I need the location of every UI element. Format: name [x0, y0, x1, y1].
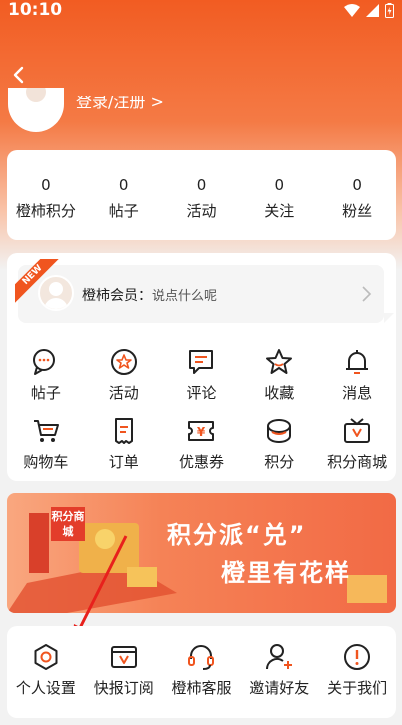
- stat-following[interactable]: 0 关注: [240, 150, 318, 240]
- grid-item-label: 积分商城: [327, 453, 388, 471]
- grid-item-label: 积分: [264, 453, 295, 471]
- features-card: NEW 橙柿会员：说点什么呢 帖子 活动 评论 收藏 消息 购物车 订单 ¥ 优…: [7, 253, 396, 481]
- grid-item-label: 邀请好友: [249, 679, 310, 697]
- stat-value: 0: [274, 176, 285, 194]
- grid-item-label: 帖子: [30, 384, 61, 402]
- stat-fans[interactable]: 0 粉丝: [318, 150, 396, 240]
- grid-item-about[interactable]: 关于我们: [318, 642, 396, 698]
- stat-activities[interactable]: 0 活动: [163, 150, 241, 240]
- settings-icon: [31, 642, 61, 672]
- grid-item-label: 优惠券: [178, 453, 224, 471]
- stat-value: 0: [41, 176, 51, 194]
- grid-item-points[interactable]: 积分: [240, 416, 318, 472]
- stat-points[interactable]: 0 橙柿积分: [7, 150, 85, 240]
- services-grid: 个人设置 快报订阅 橙柿客服 邀请好友 关于我们: [7, 642, 396, 698]
- banner-sign: 积分商城: [51, 507, 85, 541]
- cart-icon: [31, 416, 61, 446]
- svg-text:¥: ¥: [197, 425, 206, 439]
- grid-item-comments[interactable]: 评论: [163, 347, 241, 403]
- vip-member-row[interactable]: NEW 橙柿会员：说点什么呢: [15, 259, 394, 323]
- grid-item-label: 购物车: [23, 453, 69, 471]
- grid-item-orders[interactable]: 订单: [85, 416, 163, 472]
- stat-posts[interactable]: 0 帖子: [85, 150, 163, 240]
- grid-item-label: 橙柿客服: [171, 679, 232, 697]
- stat-value: 0: [196, 176, 207, 194]
- login-register-link[interactable]: 登录/注册 >: [76, 96, 164, 110]
- grid-item-label: 关于我们: [327, 679, 388, 697]
- signal-icon: [366, 4, 379, 17]
- banner-subheadline: 橙里有花样: [221, 559, 351, 587]
- feature-grid-row2: 购物车 订单 ¥ 优惠券 积分 积分商城: [7, 416, 396, 472]
- star-circle-icon: [109, 347, 139, 377]
- grid-item-customer-service[interactable]: 橙柿客服: [163, 642, 241, 698]
- bell-icon: [342, 347, 372, 377]
- stat-label: 活动: [186, 202, 217, 220]
- grid-item-subscribe[interactable]: 快报订阅: [85, 642, 163, 698]
- order-icon: [109, 416, 139, 446]
- grid-item-label: 收藏: [264, 384, 295, 402]
- services-card: 个人设置 快报订阅 橙柿客服 邀请好友 关于我们: [7, 626, 396, 718]
- grid-item-points-mall[interactable]: 积分商城: [318, 416, 396, 472]
- grid-item-label: 订单: [108, 453, 139, 471]
- stats-card: 0 橙柿积分 0 帖子 0 活动 0 关注 0 粉丝: [7, 150, 396, 240]
- chevron-left-icon: [13, 66, 24, 84]
- info-icon: [342, 642, 372, 672]
- chat-icon: [31, 347, 61, 377]
- status-time: 10:10: [8, 0, 63, 20]
- grid-item-label: 评论: [186, 384, 217, 402]
- grid-item-coupons[interactable]: ¥ 优惠券: [163, 416, 241, 472]
- headset-icon: [186, 642, 216, 672]
- star-icon: [264, 347, 294, 377]
- grid-item-cart[interactable]: 购物车: [7, 416, 85, 472]
- wifi-icon: [344, 4, 360, 17]
- banner-headline: 积分派“兑”: [167, 521, 307, 549]
- coupon-icon: ¥: [186, 416, 216, 446]
- status-bar: 10:10: [0, 0, 402, 22]
- stat-label: 帖子: [108, 202, 139, 220]
- vip-title: 橙柿会员：: [82, 288, 152, 304]
- grid-item-label: 快报订阅: [93, 679, 154, 697]
- grid-item-label: 活动: [108, 384, 139, 402]
- grid-item-posts[interactable]: 帖子: [7, 347, 85, 403]
- vip-avatar: [38, 275, 74, 311]
- grid-item-settings[interactable]: 个人设置: [7, 642, 85, 698]
- back-button[interactable]: [6, 62, 32, 88]
- stat-value: 0: [118, 176, 129, 194]
- feature-grid-row1: 帖子 活动 评论 收藏 消息: [7, 347, 396, 403]
- subscribe-icon: [109, 642, 139, 672]
- grid-item-invite[interactable]: 邀请好友: [240, 642, 318, 698]
- vip-subtitle: 说点什么呢: [152, 289, 218, 304]
- comment-icon: [186, 347, 216, 377]
- grid-item-label: 消息: [342, 384, 373, 402]
- stat-label: 关注: [264, 202, 295, 220]
- battery-icon: [385, 3, 394, 18]
- stat-value: 0: [352, 176, 362, 194]
- grid-item-messages[interactable]: 消息: [318, 347, 396, 403]
- grid-item-activities[interactable]: 活动: [85, 347, 163, 403]
- points-icon: [264, 416, 294, 446]
- stat-label: 橙柿积分: [15, 202, 76, 220]
- stat-label: 粉丝: [342, 202, 373, 220]
- chevron-right-icon: [362, 286, 372, 302]
- grid-item-label: 个人设置: [15, 679, 76, 697]
- grid-item-favorites[interactable]: 收藏: [240, 347, 318, 403]
- points-promo-banner[interactable]: 积分商城 积分派“兑” 橙里有花样: [7, 493, 396, 613]
- invite-icon: [264, 642, 294, 672]
- points-mall-icon: [342, 416, 372, 446]
